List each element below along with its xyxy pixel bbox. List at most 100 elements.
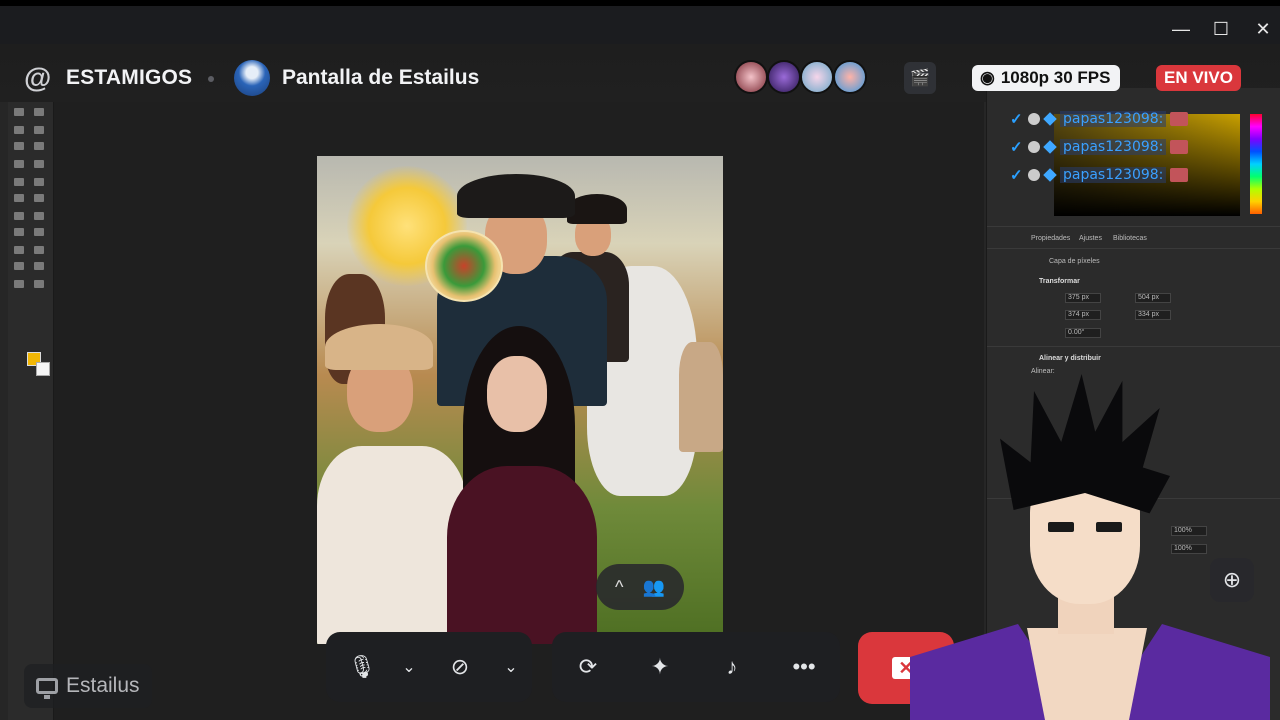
ps-x-value: 504 px [1138, 294, 1160, 301]
path-select-icon [34, 246, 44, 254]
microphone-icon: 🎙 [348, 654, 376, 679]
ps-align-heading: Alinear y distribuir [1039, 355, 1101, 362]
maximize-button[interactable]: ☐ [1203, 16, 1239, 42]
ps-layer-type: Capa de píxeles [1049, 258, 1100, 265]
chat-username: papas123098: [1060, 167, 1167, 183]
viewer-avatar[interactable] [833, 60, 867, 94]
cowboy-left-shirt [317, 446, 467, 644]
clapperboard-icon[interactable]: 🎬 [904, 62, 936, 94]
gem-icon [1043, 112, 1057, 126]
black-cowboy-hat [457, 174, 575, 218]
right-eye [1096, 522, 1122, 532]
ps-tab-libraries: Bibliotecas [1113, 235, 1147, 242]
black-hat [567, 194, 627, 224]
dodge-tool-icon [14, 228, 24, 236]
background-color-swatch [36, 362, 50, 376]
user-icon [1028, 113, 1040, 125]
blur-tool-icon [34, 212, 44, 220]
select-tool-icon [34, 126, 44, 134]
camera-button[interactable]: ⊘ [420, 632, 500, 702]
stream-stage: Propiedades Ajustes Bibliotecas Capa de … [0, 44, 1280, 720]
self-name-tag: Estailus [24, 664, 152, 708]
camera-off-icon: ⊘ [450, 654, 470, 679]
brush-tool-icon [14, 178, 24, 186]
ps-height-value: 374 px [1068, 311, 1090, 318]
far-cowboy [679, 342, 723, 452]
soundboard-button[interactable]: ♪ [696, 632, 768, 702]
chevron-up-icon: ^ [615, 576, 624, 597]
ps-angle-value: 0.00° [1068, 329, 1085, 336]
microphone-button[interactable]: 🎙 [326, 632, 398, 702]
soundboard-icon: ♪ [726, 654, 738, 679]
stream-title: Pantalla de Estailus [282, 66, 480, 89]
left-eye [1048, 522, 1074, 532]
ps-tab-adjustments: Ajustes [1079, 235, 1102, 242]
stream-quality-badge[interactable]: ◉ 1080p 30 FPS [972, 65, 1121, 91]
stamp-tool-icon [34, 178, 44, 186]
activities-button[interactable]: ✦ [624, 632, 696, 702]
participants-toggle[interactable]: ^ 👥 [596, 564, 684, 610]
people-icon: 👥 [642, 576, 665, 597]
shape-tool-icon [14, 262, 24, 270]
vtuber-avatar-overlay [900, 374, 1280, 720]
activities-icon: ✦ [650, 654, 670, 679]
quality-label: 1080p 30 FPS [1000, 68, 1111, 87]
badge-icon [1170, 168, 1189, 182]
viewer-avatar[interactable] [767, 60, 801, 94]
ps-hue-slider [1250, 114, 1262, 214]
chat-username: papas123098: [1060, 139, 1167, 155]
eraser-tool-icon [34, 194, 44, 202]
monitor-icon [36, 678, 58, 699]
viewer-avatar[interactable] [734, 60, 768, 94]
eyedropper-tool-icon [14, 160, 24, 168]
chat-line: ✓ papas123098: [1010, 137, 1189, 157]
screen-share-button[interactable]: ⟳ [552, 632, 624, 702]
ps-tab-properties: Propiedades [1031, 235, 1071, 242]
check-icon: ✓ [1010, 167, 1023, 184]
minimize-button[interactable]: — [1163, 16, 1199, 42]
audio-video-controls: 🎙 ⌄ ⊘ ⌄ [326, 632, 532, 702]
more-options-button[interactable]: ••• [768, 632, 840, 702]
call-header: @ ESTAMIGOS Pantalla de Estailus 🎬 ◉ 108… [0, 44, 1280, 114]
burgundy-dress [447, 466, 597, 644]
close-button[interactable]: ✕ [1245, 16, 1280, 42]
ps-width-value: 375 px [1068, 294, 1090, 301]
viewer-avatar[interactable] [800, 60, 834, 94]
frame-tool-icon [34, 142, 44, 150]
camera-options-button[interactable]: ⌄ [500, 632, 522, 702]
at-icon: @ [24, 62, 52, 93]
gradient-tool-icon [14, 212, 24, 220]
window-titlebar: — ☐ ✕ [0, 0, 1280, 44]
user-icon [1028, 141, 1040, 153]
tan-cowboy-hat [325, 324, 433, 370]
avatar[interactable] [234, 60, 270, 96]
check-icon: ✓ [1010, 139, 1023, 156]
channel-name[interactable]: ESTAMIGOS [66, 66, 192, 90]
food-plate-image [425, 230, 503, 302]
pen-tool-icon [34, 228, 44, 236]
lasso-tool-icon [14, 126, 24, 134]
activity-controls: ⟳ ✦ ♪ ••• [552, 632, 840, 702]
screen-share-icon: ⟳ [578, 654, 598, 679]
eye-icon: ◉ [980, 68, 995, 87]
badge-icon [1170, 140, 1189, 154]
heal-tool-icon [34, 160, 44, 168]
ps-y-value: 334 px [1138, 311, 1160, 318]
self-name: Estailus [66, 674, 140, 697]
ps-transform-heading: Transformar [1039, 278, 1080, 285]
ps-toolbar [8, 102, 54, 720]
zoom-tool-icon [14, 280, 24, 288]
separator-dot [208, 76, 214, 82]
chat-line: ✓ papas123098: [1010, 165, 1189, 185]
more-tools-icon [34, 280, 44, 288]
mic-options-button[interactable]: ⌄ [398, 632, 420, 702]
user-icon [1028, 169, 1040, 181]
history-brush-icon [14, 194, 24, 202]
gem-icon [1043, 168, 1057, 182]
hand-tool-icon [34, 262, 44, 270]
gem-icon [1043, 140, 1057, 154]
crop-tool-icon [14, 142, 24, 150]
badge-icon [1170, 112, 1189, 126]
type-tool-icon [14, 246, 24, 254]
live-badge: EN VIVO [1156, 65, 1241, 91]
